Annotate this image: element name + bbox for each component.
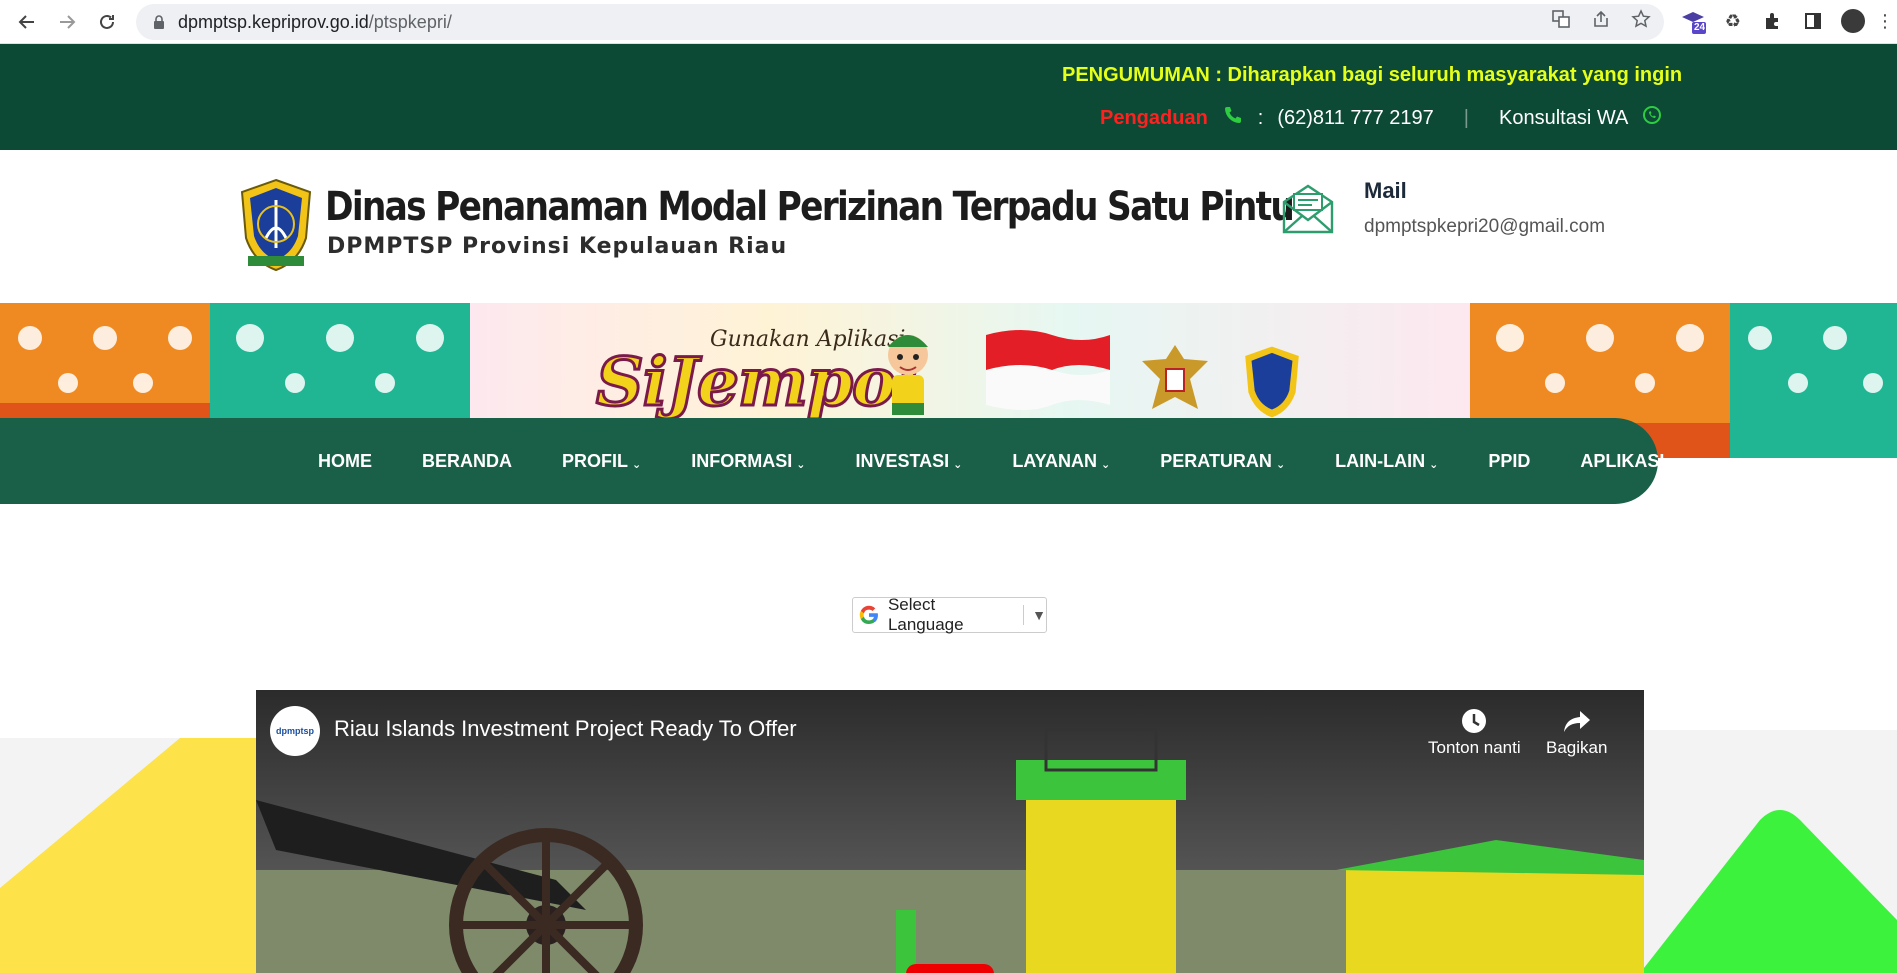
phone-colon: : <box>1257 106 1264 129</box>
kepri-emblem-banner <box>1245 346 1299 418</box>
whatsapp-consult-link[interactable]: Konsultasi WA <box>1499 107 1628 130</box>
nav-aplikasi[interactable]: APLIKASI <box>1580 451 1664 472</box>
sidebar-icon[interactable] <box>1800 8 1826 34</box>
watch-later-label: Tonton nanti <box>1428 738 1521 757</box>
graduation-extension-icon[interactable]: 24 <box>1680 8 1706 34</box>
address-bar[interactable]: dpmptsp.kepriprov.go.id/ptspkepri/ <box>136 4 1664 40</box>
phone-icon <box>1222 104 1244 132</box>
mail-title: Mail <box>1364 178 1407 203</box>
mascot-boy-illustration <box>888 335 928 415</box>
site-header: Dinas Penanaman Modal Perizinan Terpadu … <box>0 150 1897 303</box>
lock-icon <box>154 15 164 29</box>
channel-avatar[interactable]: dpmptsp <box>270 706 320 756</box>
nav-layanan[interactable]: LAYANAN ⌄ <box>1012 451 1110 472</box>
nav-home[interactable]: HOME <box>318 451 372 472</box>
share-label: Bagikan <box>1546 738 1608 757</box>
forward-icon[interactable] <box>52 7 82 37</box>
nav-lain-lain[interactable]: LAIN-LAIN ⌄ <box>1335 451 1438 472</box>
main-navigation: HOME BERANDA PROFIL ⌄ INFORMASI ⌄ INVESTAS… <box>0 418 1664 504</box>
nav-menu: HOME BERANDA PROFIL ⌄ INFORMASI ⌄ INVESTAS… <box>318 418 1714 504</box>
youtube-play-button[interactable] <box>906 964 994 973</box>
chevron-down-icon: ⌄ <box>796 458 806 471</box>
extensions-puzzle-icon[interactable] <box>1760 8 1786 34</box>
nav-peraturan[interactable]: PERATURAN ⌄ <box>1160 451 1285 472</box>
contact-separator: | <box>1463 106 1469 129</box>
chevron-down-icon: ⌄ <box>1101 458 1111 471</box>
whatsapp-icon[interactable] <box>1642 105 1662 131</box>
share-icon[interactable] <box>1590 8 1612 30</box>
language-select[interactable]: Select Language ▼ <box>852 595 1047 634</box>
garuda-emblem-illustration <box>1142 345 1208 409</box>
language-select-label: Select Language <box>887 595 964 634</box>
chevron-down-icon: ⌄ <box>1429 458 1439 471</box>
decorative-yellow-shape <box>0 738 270 973</box>
site-subtitle: DPMPTSP Provinsi Kepulauan Riau <box>327 234 788 259</box>
nav-beranda[interactable]: BERANDA <box>422 451 512 472</box>
chevron-down-icon: ⌄ <box>953 458 963 471</box>
nav-ppid[interactable]: PPID <box>1488 451 1530 472</box>
reload-icon[interactable] <box>92 7 122 37</box>
banner-app-name: SiJempol <box>594 342 921 423</box>
extension-badge: 24 <box>1694 22 1706 33</box>
phone-number-link[interactable]: (62)811 777 2197 <box>1277 107 1433 130</box>
dropdown-arrow-icon: ▼ <box>1032 607 1047 623</box>
watch-later-button[interactable]: Tonton nanti <box>1428 706 1521 758</box>
top-info-bar: PENGUMUMAN : Diharapkan bagi seluruh mas… <box>0 44 1897 150</box>
nav-profil[interactable]: PROFIL ⌄ <box>562 451 641 472</box>
share-arrow-icon <box>1546 706 1607 738</box>
decorative-green-shape <box>1640 730 1897 973</box>
youtube-video-embed[interactable]: dpmptsp Riau Islands Investment Project … <box>256 690 1644 973</box>
video-title[interactable]: Riau Islands Investment Project Ready To… <box>334 716 797 742</box>
announcement-marquee: PENGUMUMAN : Diharapkan bagi seluruh mas… <box>1062 64 1682 86</box>
mail-icon <box>1282 184 1334 234</box>
indonesia-flag-illustration <box>986 330 1110 410</box>
pengaduan-label: Pengaduan <box>1100 106 1208 129</box>
browser-toolbar: dpmptsp.kepriprov.go.id/ptspkepri/ 24 ♻ … <box>0 0 1897 44</box>
contact-line: Pengaduan : (62)811 777 2197 | Konsultas… <box>1100 104 1662 132</box>
nav-investasi[interactable]: INVESTASI ⌄ <box>855 451 962 472</box>
mail-address[interactable]: dpmptspkepri20@gmail.com <box>1364 216 1605 238</box>
share-video-button[interactable]: Bagikan <box>1546 706 1607 758</box>
site-title: Dinas Penanaman Modal Perizinan Terpadu … <box>325 184 1295 230</box>
songket-pattern-right-teal <box>1730 303 1897 458</box>
kepri-emblem-logo[interactable] <box>238 178 314 272</box>
recycle-extension-icon[interactable]: ♻ <box>1720 8 1746 34</box>
language-select-divider <box>1023 605 1025 625</box>
back-icon[interactable] <box>12 7 42 37</box>
bookmark-star-icon[interactable] <box>1630 8 1652 30</box>
translate-icon[interactable] <box>1550 8 1572 30</box>
profile-avatar[interactable] <box>1840 8 1866 34</box>
menu-kebab-icon[interactable]: ⋮ <box>1872 8 1897 34</box>
chevron-down-icon: ⌄ <box>1275 458 1286 471</box>
url-text: dpmptsp.kepriprov.go.id/ptspkepri/ <box>178 11 452 32</box>
google-g-icon <box>859 605 878 624</box>
chevron-down-icon: ⌄ <box>632 458 642 471</box>
clock-icon <box>1428 706 1521 738</box>
nav-informasi[interactable]: INFORMASI ⌄ <box>691 451 805 472</box>
